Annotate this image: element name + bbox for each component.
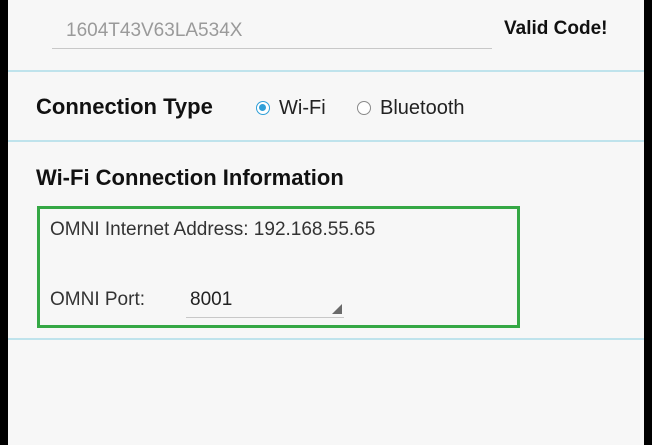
radio-bluetooth-label: Bluetooth [380,96,465,119]
code-status-label: Valid Code! [504,18,608,39]
omni-port-value: 8001 [190,289,233,310]
omni-address-text: OMNI Internet Address: 192.168.55.65 [50,219,376,240]
code-row: Valid Code! [8,0,644,70]
settings-screen: Valid Code! Connection Type Wi-Fi Blueto… [8,0,644,445]
omni-port-label: OMNI Port: [50,289,146,310]
connection-type-label: Connection Type [36,94,213,119]
wifi-section-heading: Wi-Fi Connection Information [36,165,344,190]
radio-wifi[interactable]: Wi-Fi [256,97,326,119]
radio-wifi-label: Wi-Fi [279,96,326,119]
divider [8,338,644,340]
divider [8,70,644,72]
radio-selected-icon[interactable] [256,101,270,115]
activation-code-input[interactable] [66,18,486,44]
radio-unselected-icon[interactable] [357,101,371,115]
dropdown-triangle-icon [332,304,342,314]
divider [8,140,644,142]
activation-code-field[interactable] [52,14,492,49]
wifi-info-box: OMNI Internet Address: 192.168.55.65 OMN… [37,206,520,328]
omni-port-dropdown[interactable]: 8001 [186,285,344,318]
radio-bluetooth[interactable]: Bluetooth [357,97,465,119]
